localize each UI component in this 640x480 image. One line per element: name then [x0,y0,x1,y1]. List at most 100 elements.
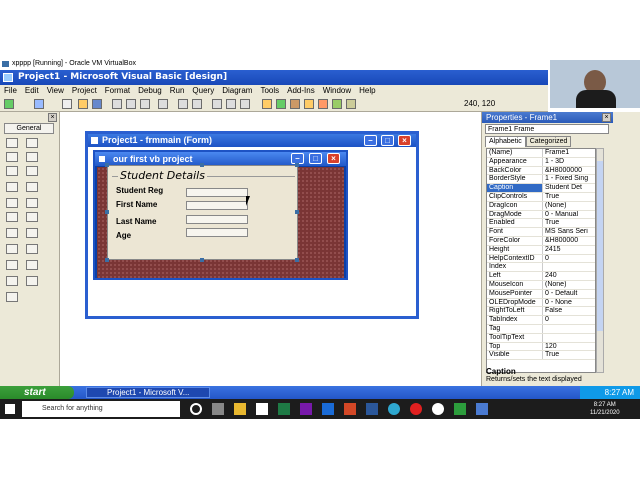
property-row[interactable]: TabIndex 0 [487,316,595,325]
form-maximize-button[interactable]: □ [309,153,322,164]
menu-project[interactable]: Project [68,85,101,97]
scroll-thumb[interactable] [597,161,603,331]
textbox-tool-icon[interactable] [26,152,38,162]
property-row[interactable]: BorderStyle 1 - Fixed Sing [487,175,595,185]
timer-tool-icon[interactable] [6,228,18,238]
property-value[interactable]: 240 [543,272,595,280]
resize-handle-b[interactable] [200,258,204,262]
property-value[interactable]: &H800000 [543,237,595,245]
project-explorer-icon[interactable] [262,99,272,109]
menu-run[interactable]: Run [166,85,189,97]
excel-icon[interactable] [278,403,290,415]
property-row[interactable]: ToolTipText [487,333,595,343]
menu-window[interactable]: Window [319,85,355,97]
windows-logo-icon[interactable] [5,404,15,414]
powerpoint-icon[interactable] [344,403,356,415]
label-first-name[interactable]: First Name [116,200,157,209]
resize-handle-tl[interactable] [105,163,109,167]
property-row[interactable]: DragMode 0 - Manual [487,210,595,220]
form-close-button[interactable]: × [327,153,340,164]
textbox-last-name[interactable] [186,215,248,224]
property-value[interactable]: MS Sans Seri [543,228,595,236]
minimize-button[interactable]: – [364,135,377,146]
toolbox-close-icon[interactable]: × [48,113,57,122]
menu-editor-icon[interactable] [62,99,72,109]
property-row[interactable]: ForeColor &H800000 [487,236,595,246]
textbox-student-reg[interactable] [186,188,248,197]
end-icon[interactable] [240,99,250,109]
add-project-icon[interactable] [4,99,14,109]
save-project-icon[interactable] [92,99,102,109]
drivelistbox-tool-icon[interactable] [26,228,38,238]
property-row[interactable]: Font MS Sans Seri [487,228,595,237]
label-student-reg[interactable]: Student Reg [116,186,163,195]
property-value[interactable]: 2415 [543,246,595,254]
virtualbox-taskbar-icon[interactable] [476,403,488,415]
checkbox-tool-icon[interactable] [6,182,18,192]
property-value[interactable]: 1 - Fixed Sing [543,175,595,183]
component-manager-icon[interactable] [346,99,356,109]
start-button[interactable]: start [0,386,74,399]
property-value[interactable]: 0 [543,255,595,263]
start-icon[interactable] [212,99,222,109]
object-selector[interactable]: Frame1 Frame [485,124,609,134]
property-row[interactable]: HelpContextID 0 [487,254,595,264]
property-row[interactable]: MouseIcon (None) [487,280,595,290]
property-row[interactable]: Top 120 [487,342,595,352]
property-value[interactable]: True [543,351,595,359]
menu-diagram[interactable]: Diagram [218,85,256,97]
undo-icon[interactable] [178,99,188,109]
filelistbox-tool-icon[interactable] [26,244,38,254]
property-scrollbar[interactable] [596,148,604,373]
toolbox-tab-general[interactable]: General [4,123,54,134]
property-row[interactable]: Appearance 1 - 3D [487,157,595,167]
optionbutton-tool-icon[interactable] [26,182,38,192]
onenote-icon[interactable] [300,403,312,415]
property-value[interactable] [543,334,595,342]
data-view-icon[interactable] [332,99,342,109]
opera-icon[interactable] [410,403,422,415]
toolbox-icon[interactable] [318,99,328,109]
property-value[interactable]: 0 - Manual [543,211,595,219]
listbox-tool-icon[interactable] [26,198,38,208]
property-row[interactable]: Enabled True [487,219,595,229]
properties-close-icon[interactable]: × [602,113,611,122]
property-row[interactable]: Tag [487,324,595,334]
break-icon[interactable] [226,99,236,109]
commandbutton-tool-icon[interactable] [26,166,38,176]
frame-student-details[interactable]: Student Details Student Reg First Name L… [107,165,298,260]
outlook-icon[interactable] [322,403,334,415]
frame-tool-icon[interactable] [6,166,18,176]
property-row[interactable]: ClipControls True [487,192,595,202]
menu-help[interactable]: Help [355,85,379,97]
property-value[interactable]: True [543,193,595,201]
property-value[interactable]: (None) [543,202,595,210]
textbox-age[interactable] [186,228,248,237]
resize-handle-l[interactable] [105,210,109,214]
copy-icon[interactable] [126,99,136,109]
property-value[interactable]: Frame1 [543,149,595,157]
object-browser-icon[interactable] [304,99,314,109]
property-row[interactable]: MousePointer 0 - Default [487,289,595,299]
data-tool-icon[interactable] [26,276,38,286]
property-value[interactable] [543,263,595,271]
property-row[interactable]: Height 2415 [487,245,595,255]
property-value[interactable]: &H8000000 [543,167,595,175]
cut-icon[interactable] [112,99,122,109]
menu-edit[interactable]: Edit [21,85,43,97]
property-row[interactable]: Index [487,263,595,273]
menu-format[interactable]: Format [101,85,134,97]
menu-debug[interactable]: Debug [134,85,166,97]
menu-file[interactable]: File [0,85,21,97]
property-row[interactable]: Caption Student Det [487,184,595,193]
property-value[interactable]: 1 - 3D [543,158,595,166]
property-value[interactable]: 0 [543,316,595,324]
find-icon[interactable] [158,99,168,109]
search-box[interactable]: Search for anything [22,401,180,417]
close-button[interactable]: × [398,135,411,146]
property-row[interactable]: Visible True [487,351,595,361]
property-value[interactable]: (None) [543,281,595,289]
property-row[interactable]: Left 240 [487,272,595,281]
property-value[interactable]: 0 - Default [543,290,595,298]
dirlistbox-tool-icon[interactable] [6,244,18,254]
